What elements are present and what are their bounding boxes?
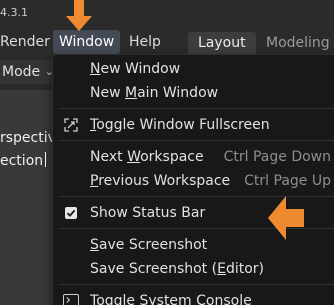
console-icon bbox=[63, 294, 79, 305]
viewport-text-perspective: rspectiv bbox=[0, 130, 56, 146]
mode-select[interactable]: Mode ⌄ bbox=[0, 60, 58, 84]
menu-item-toggle-system-console[interactable]: Toggle System Console bbox=[53, 289, 334, 305]
checkbox-checked-icon[interactable] bbox=[65, 207, 77, 219]
show-status-bar-label: Show Status Bar bbox=[90, 205, 206, 221]
toggle-system-console-label: Toggle System Console bbox=[90, 293, 252, 305]
fullscreen-icon bbox=[64, 118, 78, 132]
previous-workspace-shortcut: Ctrl Page Up bbox=[244, 173, 331, 189]
top-bar: 4.3.1 Render Window Help Layout Modeling bbox=[0, 0, 334, 56]
new-main-window-label: New Main Window bbox=[90, 85, 219, 101]
version-label: 4.3.1 bbox=[0, 6, 28, 19]
next-workspace-shortcut: Ctrl Page Down bbox=[223, 149, 331, 165]
menu-item-save-screenshot-editor[interactable]: Save Screenshot (Editor) bbox=[53, 257, 334, 281]
menu-item-new-main-window[interactable]: New Main Window bbox=[53, 81, 334, 105]
separator bbox=[59, 284, 334, 285]
menu-item-toggle-fullscreen[interactable]: Toggle Window Fullscreen bbox=[53, 113, 334, 137]
previous-workspace-label: Previous Workspace bbox=[90, 173, 231, 189]
separator bbox=[59, 140, 334, 141]
viewport-text-collection-label: ection bbox=[0, 153, 44, 169]
menu-window[interactable]: Window bbox=[53, 30, 121, 54]
menu-render[interactable]: Render bbox=[0, 30, 56, 54]
save-screenshot-editor-label: Save Screenshot (Editor) bbox=[90, 261, 265, 277]
window-menu-dropdown: New Window New Main Window Toggle Window… bbox=[52, 54, 334, 305]
save-screenshot-label: Save Screenshot bbox=[90, 237, 208, 253]
menu-item-new-window[interactable]: New Window bbox=[53, 57, 334, 81]
menu-help[interactable]: Help bbox=[123, 30, 167, 54]
next-workspace-label: Next Workspace bbox=[90, 149, 204, 165]
separator bbox=[59, 108, 334, 109]
viewport-text-collection: ection bbox=[0, 152, 47, 169]
menu-item-previous-workspace[interactable]: Previous Workspace Ctrl Page Up bbox=[53, 169, 334, 193]
mode-label: Mode bbox=[2, 64, 41, 80]
menu-item-next-workspace[interactable]: Next Workspace Ctrl Page Down bbox=[53, 145, 334, 169]
tab-layout[interactable]: Layout bbox=[188, 32, 256, 54]
annotation-arrow-left-icon bbox=[268, 196, 304, 240]
annotation-arrow-down-icon bbox=[66, 0, 92, 31]
tab-modeling[interactable]: Modeling bbox=[256, 32, 334, 54]
text-cursor bbox=[45, 152, 47, 167]
new-window-label: New Window bbox=[90, 61, 181, 77]
viewport-panel bbox=[0, 90, 60, 305]
toggle-fullscreen-label: Toggle Window Fullscreen bbox=[90, 117, 270, 133]
